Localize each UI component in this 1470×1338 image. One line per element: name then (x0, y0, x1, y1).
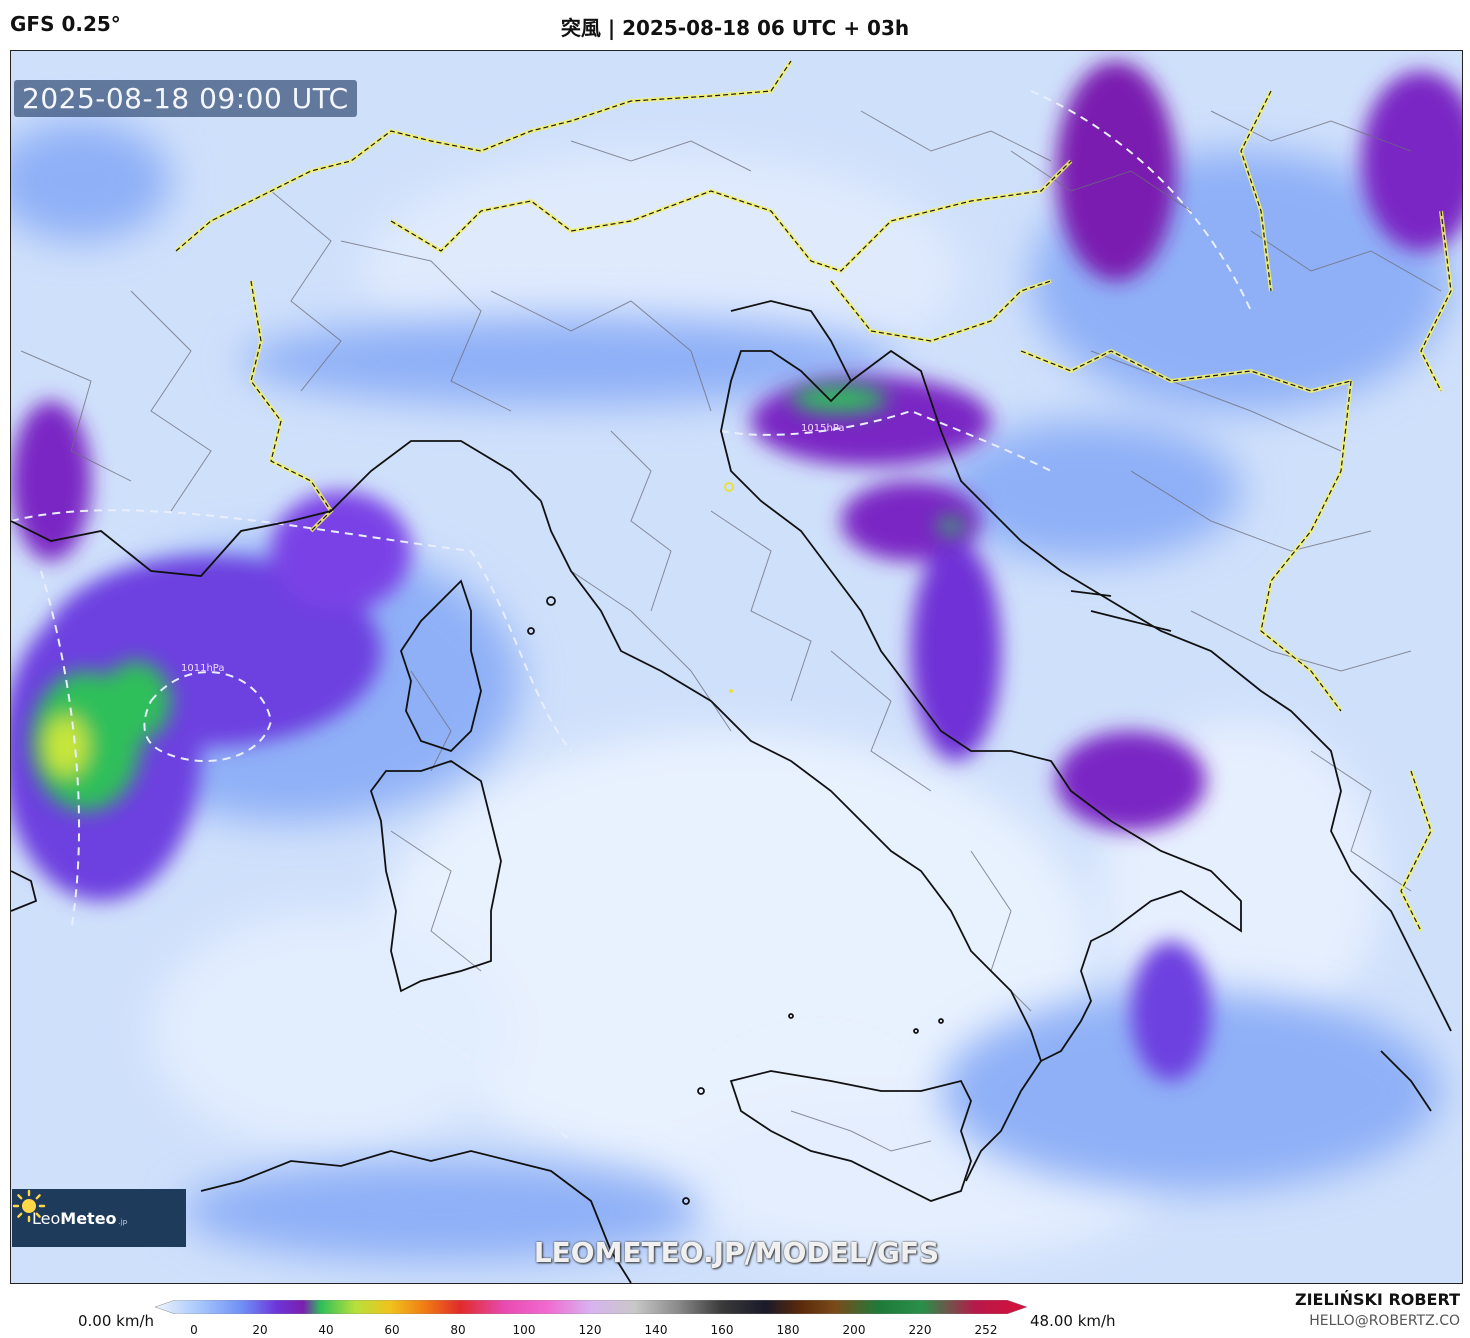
sun-icon (12, 1189, 46, 1223)
color-scale-bar (155, 1300, 1027, 1314)
legend-tick-label: 100 (512, 1323, 536, 1337)
legend-tick-label: 20 (252, 1323, 268, 1337)
city-marker (729, 689, 733, 693)
valid-time-badge: 2025-08-18 09:00 UTC (14, 80, 357, 117)
legend-tick-label: 80 (450, 1323, 466, 1337)
logo-text: LeoMeteo .jp (32, 1208, 128, 1228)
legend-tick-label: 220 (908, 1323, 932, 1337)
legend-tick-label: 60 (384, 1323, 400, 1337)
author-email[interactable]: HELLO@ROBERTZ.CO (1309, 1313, 1460, 1329)
legend-tick-label: 252 (974, 1323, 998, 1337)
legend-min-label: 0.00 km/h (78, 1312, 155, 1330)
legend-tick-label: 200 (842, 1323, 866, 1337)
legend-tick-label: 0 (190, 1323, 198, 1337)
wind-gust-map[interactable]: 1015hPa 1011hPa 2025-08-18 09:00 UTC Leo… (10, 50, 1463, 1284)
legend-tick-label: 180 (776, 1323, 800, 1337)
author-credit: ZIELIŃSKI ROBERT (1294, 1290, 1460, 1309)
legend-tick-label: 160 (710, 1323, 734, 1337)
watermark-url: LEOMETEO.JP/MODEL/GFS (533, 1236, 940, 1269)
legend-tick-label: 40 (318, 1323, 334, 1337)
isobar-label-1015: 1015hPa (801, 423, 845, 434)
legend-max-label: 48.00 km/h (1030, 1312, 1116, 1330)
map-canvas: 1015hPa 1011hPa (11, 51, 1462, 1283)
isobar-label-1011: 1011hPa (181, 663, 225, 674)
legend-tick-label: 140 (644, 1323, 668, 1337)
legend-tick-label: 120 (578, 1323, 602, 1337)
chart-title: 突風 | 2025-08-18 06 UTC + 03h (560, 16, 910, 40)
